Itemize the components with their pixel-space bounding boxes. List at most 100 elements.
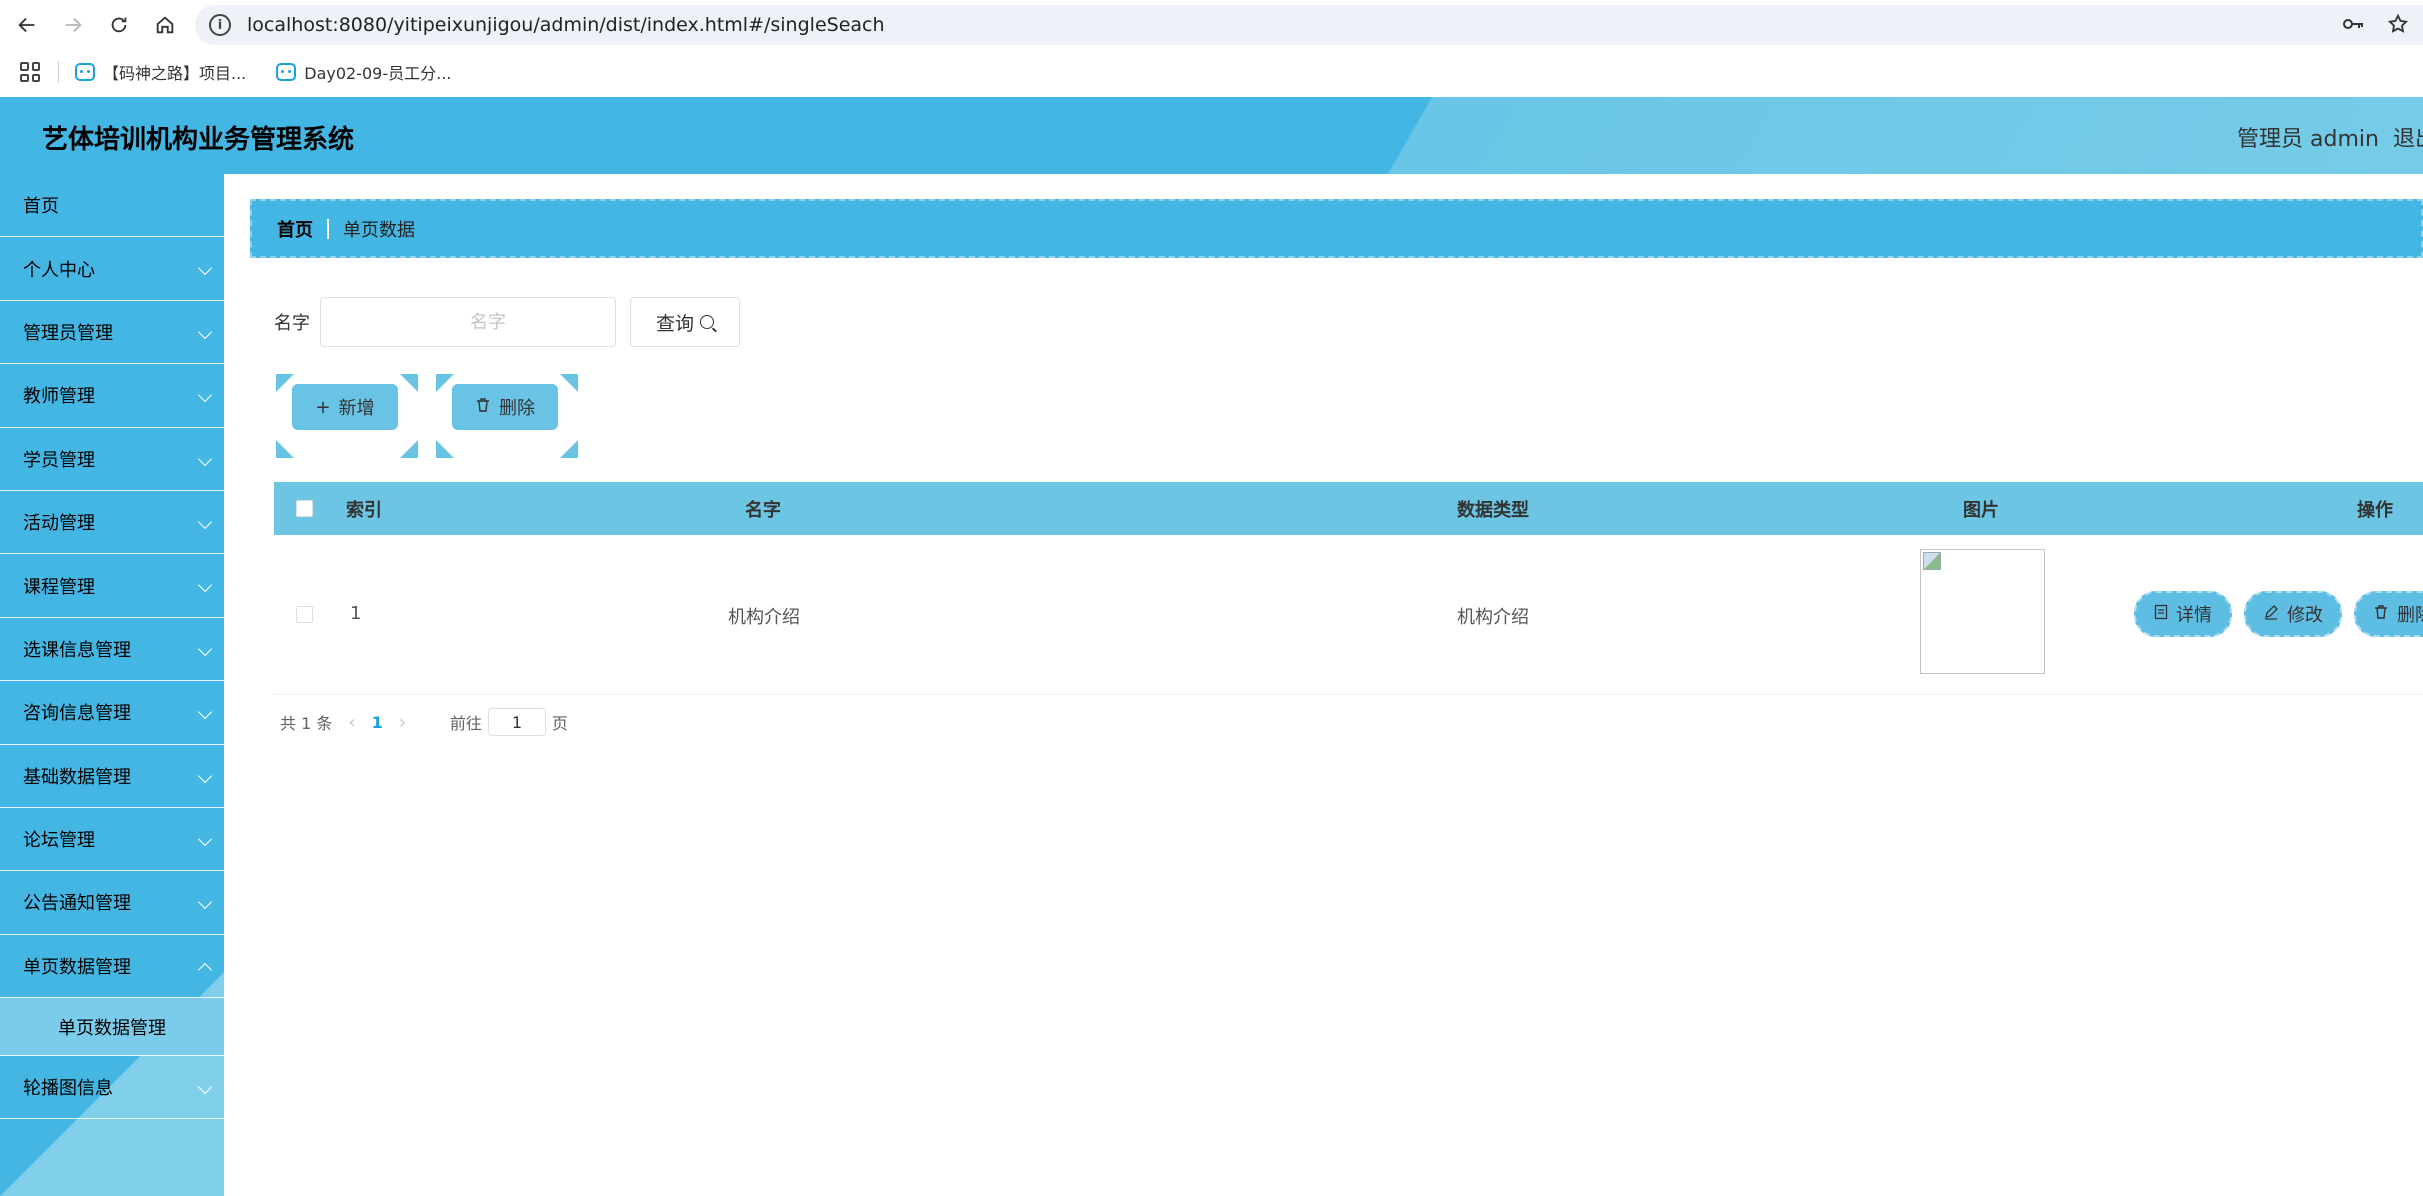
select-all-checkbox[interactable] <box>296 500 313 517</box>
sidebar-item-consultations[interactable]: 咨询信息管理 <box>0 681 224 745</box>
trash-icon <box>2373 604 2389 624</box>
document-icon <box>2154 604 2168 624</box>
sidebar-item-label: 基础数据管理 <box>23 766 131 788</box>
table-header: 索引 名字 数据类型 图片 操作 <box>274 482 2423 535</box>
reload-icon[interactable] <box>96 2 142 48</box>
address-bar[interactable]: i localhost:8080/yitipeixunjigou/admin/d… <box>195 5 2423 45</box>
name-search-input[interactable] <box>320 297 616 347</box>
home-icon[interactable] <box>142 2 188 48</box>
breadcrumb-home[interactable]: 首页 <box>277 216 313 242</box>
delete-button[interactable]: 删除 <box>2354 591 2423 637</box>
main-content: 首页 单页数据 名字 查询 + 新增 删除 索引 名字 <box>224 174 2423 1196</box>
chevron-up-icon <box>197 962 213 977</box>
breadcrumb: 首页 单页数据 <box>250 199 2423 258</box>
detail-button[interactable]: 详情 <box>2134 591 2232 637</box>
row-checkbox[interactable] <box>296 606 313 623</box>
sidebar-item-students[interactable]: 学员管理 <box>0 428 224 491</box>
column-header-type: 数据类型 <box>1457 500 1529 521</box>
site-info-icon[interactable]: i <box>209 14 231 36</box>
edit-button[interactable]: 修改 <box>2244 591 2342 637</box>
row-type: 机构介绍 <box>1457 607 1529 628</box>
chevron-down-icon <box>197 641 213 656</box>
row-image <box>1920 549 2045 674</box>
bookmark-item[interactable]: 【码神之路】项目... <box>75 60 246 84</box>
chevron-down-icon <box>197 261 213 276</box>
password-key-icon[interactable] <box>2341 13 2365 41</box>
sidebar-item-admins[interactable]: 管理员管理 <box>0 301 224 365</box>
sidebar-item-activities[interactable]: 活动管理 <box>0 491 224 555</box>
pagination: 共 1 条 ‹ 1 › 前往 页 <box>280 708 568 736</box>
breadcrumb-current: 单页数据 <box>343 219 415 241</box>
chevron-down-icon <box>197 705 213 720</box>
sidebar-item-label: 管理员管理 <box>23 322 113 344</box>
sidebar-item-label: 活动管理 <box>23 513 95 535</box>
bookmark-label: Day02-09-员工分... <box>304 64 452 83</box>
goto-prefix: 前往 <box>449 714 482 733</box>
bookmarks-bar: 【码神之路】项目... Day02-09-员工分... <box>0 54 2423 90</box>
edit-button-label: 修改 <box>2287 605 2323 626</box>
trash-icon <box>475 397 491 418</box>
bilibili-icon <box>276 63 297 81</box>
sidebar-item-label: 单页数据管理 <box>23 956 131 978</box>
sidebar-item-label: 轮播图信息 <box>23 1078 113 1100</box>
row-name: 机构介绍 <box>728 607 800 628</box>
column-header-name: 名字 <box>745 500 781 521</box>
button-corner-decoration <box>400 440 418 458</box>
batch-delete-button[interactable]: 删除 <box>452 384 558 430</box>
sidebar-item-single-page[interactable]: 单页数据管理 <box>0 935 224 999</box>
sidebar-item-label: 公告通知管理 <box>23 893 131 915</box>
sidebar-item-label: 咨询信息管理 <box>23 703 131 725</box>
bookmark-item[interactable]: Day02-09-员工分... <box>276 60 451 84</box>
sidebar-item-enrollments[interactable]: 选课信息管理 <box>0 618 224 682</box>
sidebar-item-label: 选课信息管理 <box>23 639 131 661</box>
sidebar-item-home[interactable]: 首页 <box>0 174 224 238</box>
data-table: 索引 名字 数据类型 图片 操作 1 机构介绍 机构介绍 详情 修改 删 <box>274 482 2423 695</box>
chevron-down-icon <box>197 451 213 466</box>
query-button-label: 查询 <box>655 312 694 335</box>
button-corner-decoration <box>560 440 578 458</box>
row-index: 1 <box>350 603 362 624</box>
chevron-down-icon <box>197 831 213 846</box>
bookmark-star-icon[interactable] <box>2387 13 2409 41</box>
search-label: 名字 <box>274 313 310 334</box>
add-button[interactable]: + 新增 <box>292 384 398 430</box>
sidebar-item-notices[interactable]: 公告通知管理 <box>0 871 224 935</box>
search-form: 名字 查询 <box>274 297 740 347</box>
search-input-wrapper <box>320 297 616 347</box>
goto-suffix: 页 <box>551 714 568 733</box>
sidebar-subitem-single-page[interactable]: 单页数据管理 <box>0 998 224 1057</box>
button-corner-decoration <box>276 440 294 458</box>
next-page-icon[interactable]: › <box>399 712 406 733</box>
logout-link[interactable]: 退出 <box>2393 121 2423 153</box>
back-arrow-icon[interactable] <box>4 2 50 48</box>
sidebar: 首页 个人中心 管理员管理 教师管理 学员管理 活动管理 课程管理 选课信息管理… <box>0 174 224 1196</box>
url-text[interactable]: localhost:8080/yitipeixunjigou/admin/dis… <box>247 14 885 36</box>
chevron-down-icon <box>197 1080 213 1095</box>
prev-page-icon[interactable]: ‹ <box>348 712 355 733</box>
button-corner-decoration <box>560 374 578 392</box>
sidebar-item-courses[interactable]: 课程管理 <box>0 554 224 618</box>
add-button-label: 新增 <box>338 398 375 419</box>
sidebar-item-label: 个人中心 <box>23 259 95 281</box>
chevron-down-icon <box>197 388 213 403</box>
page-number-current[interactable]: 1 <box>372 713 383 732</box>
app-header: 艺体培训机构业务管理系统 管理员 admin 退出 <box>0 97 2423 174</box>
search-icon <box>700 315 714 329</box>
sidebar-item-carousel[interactable]: 轮播图信息 <box>0 1056 224 1120</box>
bookmark-label: 【码神之路】项目... <box>103 64 247 83</box>
sidebar-item-teachers[interactable]: 教师管理 <box>0 364 224 428</box>
forward-arrow-icon[interactable] <box>50 2 96 48</box>
apps-grid-icon[interactable] <box>20 62 40 82</box>
sidebar-item-forum[interactable]: 论坛管理 <box>0 808 224 872</box>
query-button[interactable]: 查询 <box>630 297 740 347</box>
browser-chrome: i localhost:8080/yitipeixunjigou/admin/d… <box>0 0 2423 97</box>
sidebar-item-profile[interactable]: 个人中心 <box>0 237 224 301</box>
sidebar-item-label: 教师管理 <box>23 386 95 408</box>
column-header-index: 索引 <box>346 500 382 521</box>
sidebar-item-basic-data[interactable]: 基础数据管理 <box>0 745 224 808</box>
table-row: 1 机构介绍 机构介绍 详情 修改 删 <box>274 535 2423 695</box>
bilibili-icon <box>75 63 95 81</box>
goto-page-input[interactable] <box>487 708 546 736</box>
plus-icon: + <box>315 396 331 418</box>
pagination-total: 共 1 条 <box>280 714 333 733</box>
